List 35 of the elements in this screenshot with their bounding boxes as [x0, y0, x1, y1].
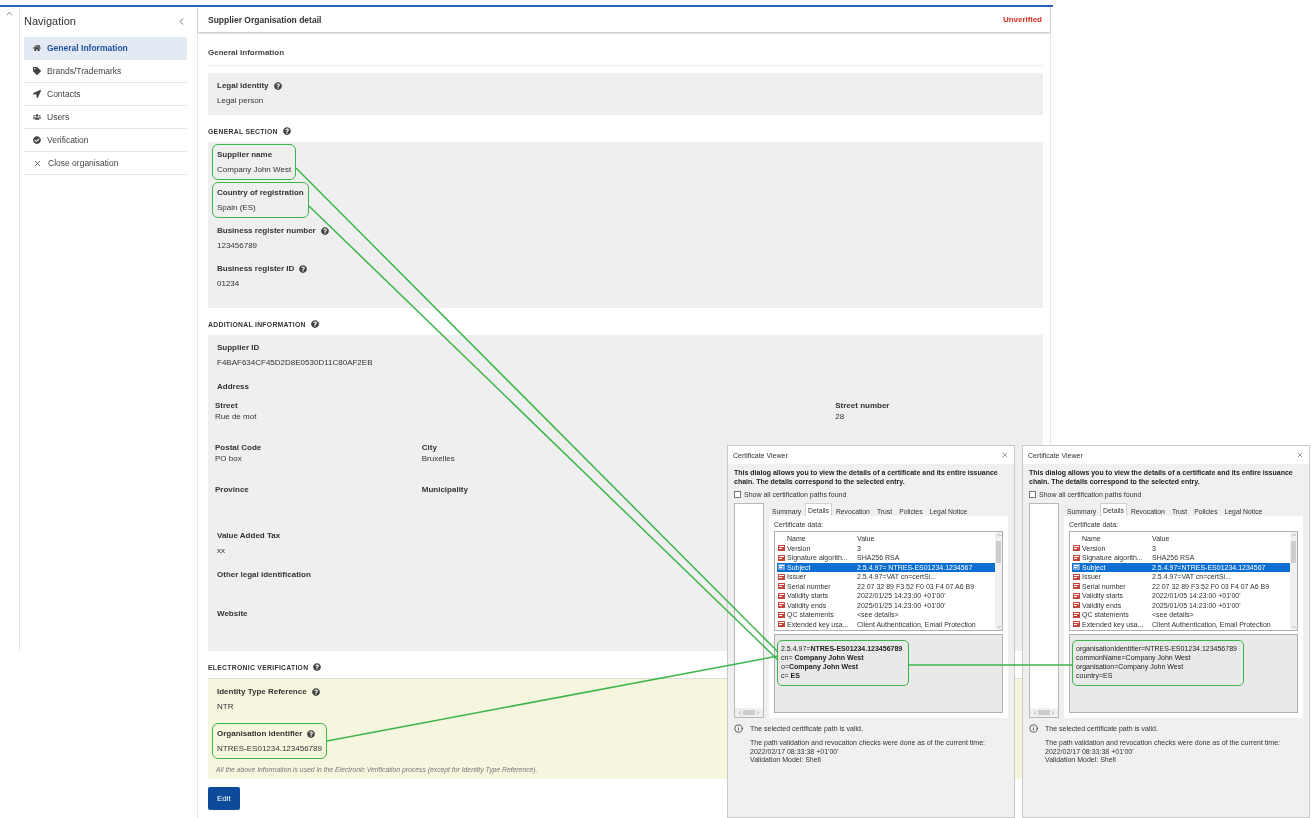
field-label: Supplier name [217, 150, 273, 159]
field-label: Business register number [217, 226, 316, 235]
field-value: Spain (ES) [217, 203, 257, 213]
address-heading: Address [217, 382, 249, 391]
field-value: 123456789 [217, 241, 259, 251]
field-value: Legal person [217, 96, 265, 106]
sidebar-title: Navigation [24, 15, 76, 27]
status-label: Unverified [1002, 15, 1042, 24]
field-value: Rue de mot [215, 412, 257, 422]
field-label: Website [217, 609, 248, 618]
field-label: Supplier ID [217, 343, 260, 352]
field-value: 01234 [217, 279, 241, 289]
field-label: Value Added Tax [217, 531, 281, 540]
field-label: Business register ID [217, 264, 295, 273]
field-label: Organisation identifier [217, 729, 303, 738]
field-label: Postal Code [215, 443, 262, 452]
field-label: City [421, 443, 437, 452]
field-value: Company John West [217, 165, 292, 175]
page-title: Supplier Organisation detail [208, 14, 322, 25]
field-label: Country of registration [217, 188, 304, 197]
field-value: Bruxelles [421, 454, 455, 464]
field-value: NTR [217, 702, 235, 712]
field-value: 28 [835, 412, 846, 422]
field-label: Street number [835, 401, 890, 410]
field-label: Street [215, 401, 238, 410]
field-label: Municipality [421, 485, 468, 494]
field-value: NTRES-ES01234.123456789 [217, 744, 322, 754]
field-label: Identity Type Reference [217, 687, 307, 696]
field-label: Other legal identification [217, 570, 311, 579]
field-label: Province [215, 485, 249, 494]
panel-title: General Information [208, 40, 1043, 66]
field-label: Legal identity [217, 81, 269, 90]
field-value: PO box [215, 454, 243, 464]
field-value: xx [217, 546, 226, 556]
field-value: F4BAF634CF45D2D8E0530D11C80AF2EB [217, 358, 373, 368]
